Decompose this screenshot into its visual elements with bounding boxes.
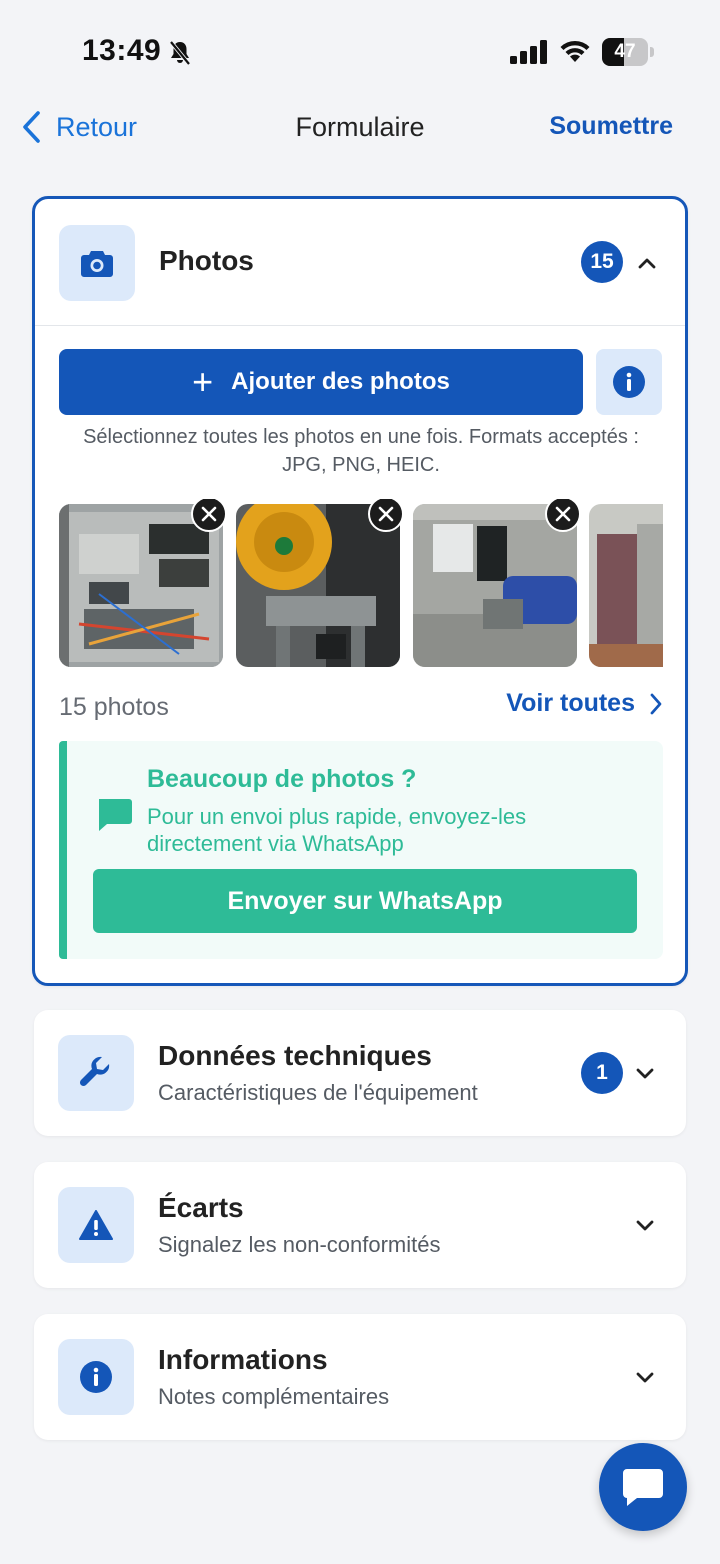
- bell-off-icon: [169, 40, 191, 66]
- chat-bubble-icon: [99, 799, 132, 831]
- chevron-down-icon[interactable]: [635, 1370, 655, 1384]
- camera-icon-box: [59, 225, 135, 301]
- section-subtitle: Signalez les non-conformités: [158, 1232, 441, 1257]
- chevron-down-icon[interactable]: [635, 1218, 655, 1232]
- add-photos-label: Ajouter des photos: [231, 368, 450, 395]
- section-divider: [35, 325, 685, 326]
- photos-section-header[interactable]: Photos 15: [35, 199, 685, 325]
- info-icon-box: [58, 1339, 134, 1415]
- section-count-badge: 1: [581, 1052, 623, 1094]
- wifi-icon: [560, 40, 590, 62]
- photo-thumbnails: [59, 499, 663, 669]
- submit-button[interactable]: Soumettre: [549, 112, 673, 141]
- plus-icon: +: [192, 361, 214, 402]
- nav-bar: Retour Formulaire Soumettre: [0, 100, 720, 160]
- section-title: Informations: [158, 1344, 328, 1375]
- send-whatsapp-button[interactable]: Envoyer sur WhatsApp: [93, 869, 637, 933]
- close-icon: [201, 506, 217, 522]
- section-title: Données techniques: [158, 1040, 432, 1071]
- status-time: 13:49: [82, 34, 162, 67]
- photo-count-label: 15 photos: [59, 693, 169, 721]
- see-all-label: Voir toutes: [506, 689, 635, 717]
- section-title: Écarts: [158, 1192, 244, 1223]
- battery-level: 47: [614, 41, 636, 62]
- warning-icon-box: [58, 1187, 134, 1263]
- camera-icon: [81, 251, 113, 277]
- see-all-photos-link[interactable]: Voir toutes: [506, 689, 663, 718]
- whatsapp-title: Beaucoup de photos ?: [147, 765, 417, 793]
- chat-icon: [623, 1469, 663, 1506]
- wrench-icon-box: [58, 1035, 134, 1111]
- photos-section-title: Photos: [159, 245, 254, 276]
- wrench-icon: [79, 1056, 110, 1087]
- chat-fab-button[interactable]: [599, 1443, 687, 1531]
- section-subtitle: Caractéristiques de l'équipement: [158, 1080, 478, 1105]
- info-icon: [80, 1361, 112, 1393]
- photo-hallway-door: [589, 504, 663, 667]
- chevron-up-icon[interactable]: [637, 256, 657, 270]
- information-section[interactable]: Informations Notes complémentaires: [34, 1314, 686, 1440]
- whatsapp-suggestion: Beaucoup de photos ? Pour un envoi plus …: [59, 741, 663, 959]
- chevron-down-icon[interactable]: [635, 1066, 655, 1080]
- photos-count-badge: 15: [581, 241, 623, 283]
- warning-icon: [79, 1210, 113, 1240]
- status-bar: 13:49 47: [0, 0, 720, 100]
- battery-indicator: 47: [602, 38, 654, 66]
- deviations-section[interactable]: Écarts Signalez les non-conformités: [34, 1162, 686, 1288]
- photo-info-button[interactable]: [596, 349, 662, 415]
- info-icon: [613, 366, 645, 398]
- close-icon: [555, 506, 571, 522]
- add-photos-button[interactable]: + Ajouter des photos: [59, 349, 583, 415]
- photo-format-hint: Sélectionnez toutes les photos en une fo…: [83, 426, 639, 476]
- close-icon: [378, 506, 394, 522]
- cellular-signal-icon: [510, 40, 547, 64]
- section-subtitle: Notes complémentaires: [158, 1384, 390, 1409]
- technical-data-section[interactable]: Données techniques Caractéristiques de l…: [34, 1010, 686, 1136]
- whatsapp-description: Pour un envoi plus rapide, envoyez-les d…: [147, 804, 527, 856]
- photos-section: Photos 15 + Ajouter des photos Sélection…: [32, 196, 688, 986]
- photo-thumbnail[interactable]: [589, 504, 663, 667]
- chevron-right-icon: [650, 693, 662, 714]
